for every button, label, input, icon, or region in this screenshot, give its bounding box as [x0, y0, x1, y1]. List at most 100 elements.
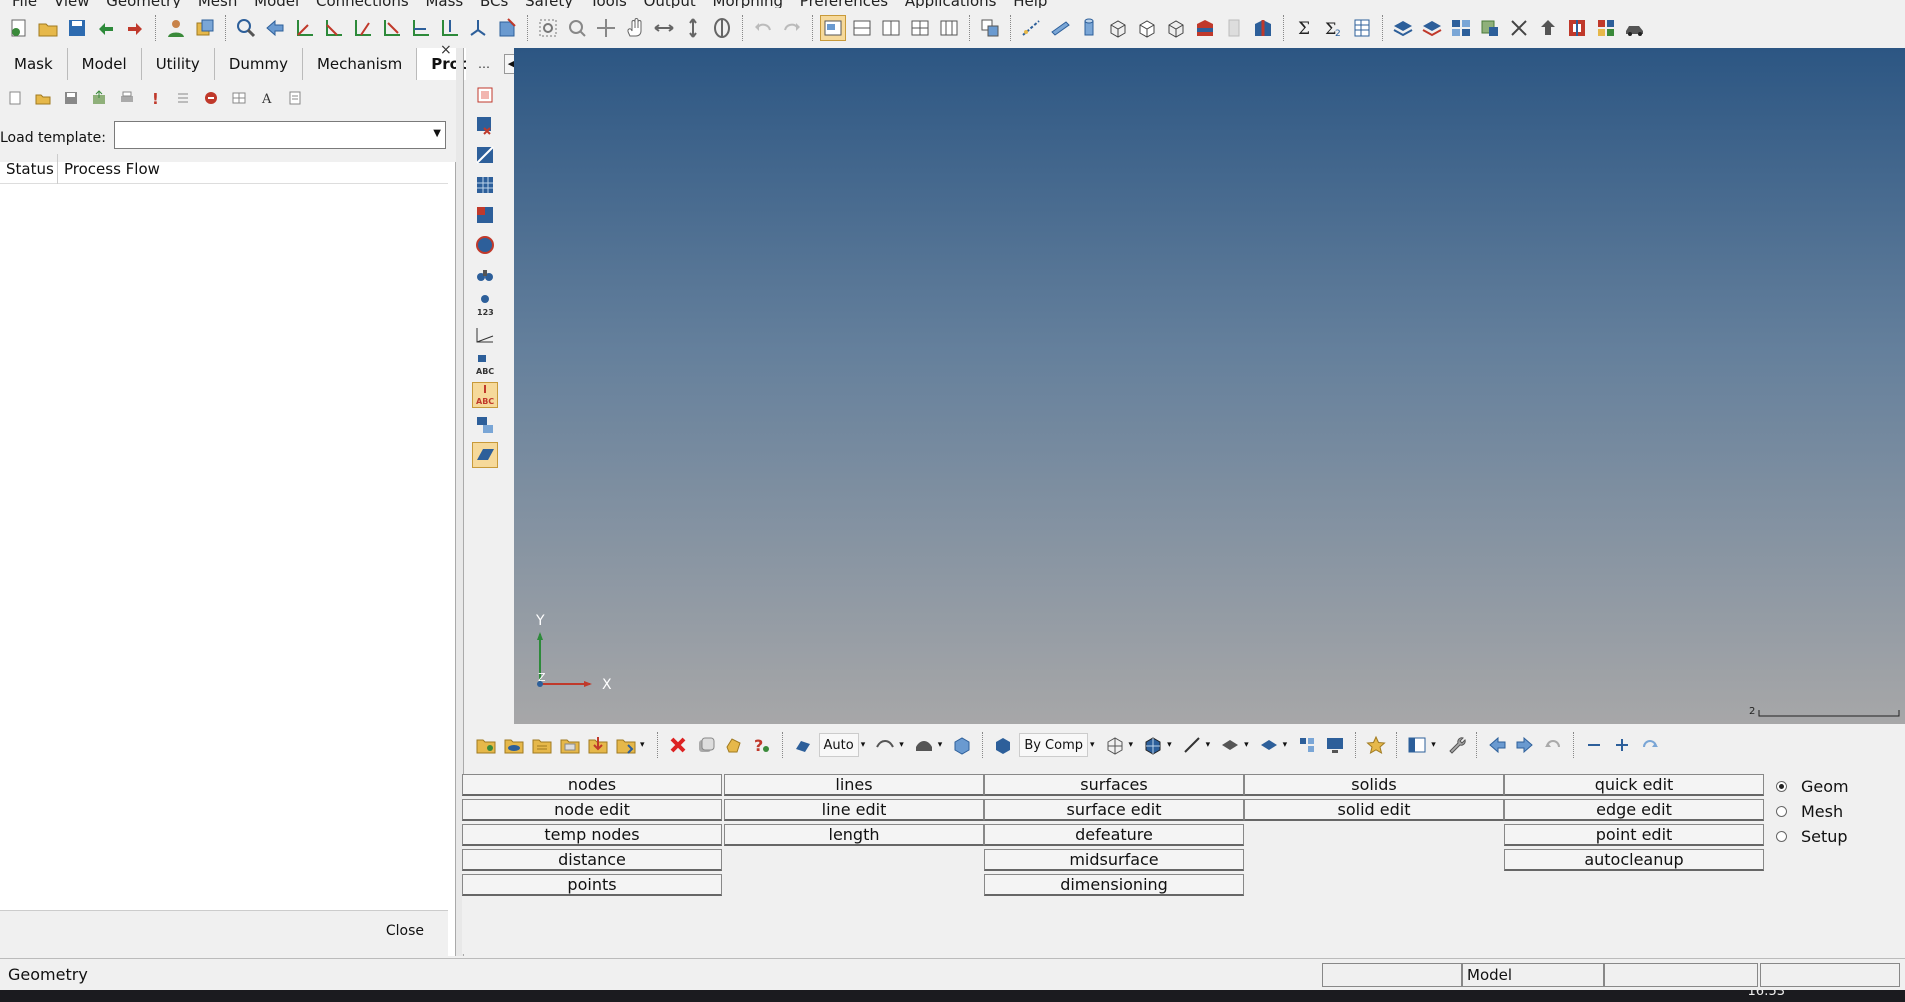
center-icon[interactable]	[593, 15, 619, 41]
plane-blue-icon[interactable]	[1257, 733, 1281, 757]
minus-icon[interactable]	[1582, 733, 1606, 757]
reorganize-icon[interactable]	[1564, 15, 1590, 41]
measure-icon[interactable]	[472, 322, 498, 348]
solids-button[interactable]: solids	[1244, 774, 1504, 796]
import-icon[interactable]	[93, 15, 119, 41]
move-hand-icon[interactable]	[722, 733, 746, 757]
spin-icon[interactable]	[709, 15, 735, 41]
display-reverse-icon[interactable]	[472, 142, 498, 168]
process-flow-column-header[interactable]: Process Flow	[58, 160, 160, 178]
autocleanup-button[interactable]: autocleanup	[1504, 849, 1764, 871]
view-yz-left-icon[interactable]	[349, 15, 375, 41]
synchronize-views-icon[interactable]	[977, 15, 1003, 41]
new-process-icon[interactable]	[4, 87, 26, 109]
delete-icon[interactable]	[666, 733, 690, 757]
mask-icon[interactable]	[694, 733, 718, 757]
tools-scissors-icon[interactable]	[1506, 15, 1532, 41]
length-button[interactable]: length	[724, 824, 984, 846]
solid-display-icon[interactable]	[950, 733, 974, 757]
nodes-button[interactable]: nodes	[462, 774, 722, 796]
organize-icon[interactable]	[1477, 15, 1503, 41]
quick-edit-button[interactable]: quick edit	[1504, 774, 1764, 796]
chevron-down-icon[interactable]: ▼	[433, 128, 441, 139]
temp-nodes-button[interactable]: temp nodes	[462, 824, 722, 846]
binoculars-icon[interactable]	[472, 262, 498, 288]
layers-edit-icon[interactable]	[1419, 15, 1445, 41]
collector-create-icon[interactable]	[474, 733, 498, 757]
plane-shaded-icon[interactable]	[1218, 733, 1242, 757]
redo-arc-icon[interactable]	[1638, 733, 1662, 757]
display-sphere-icon[interactable]	[472, 232, 498, 258]
chevron-down-icon[interactable]: ▾	[1431, 740, 1436, 750]
export-process-icon[interactable]	[88, 87, 110, 109]
chevron-down-icon[interactable]: ▾	[1283, 740, 1288, 750]
collector-organize-icon[interactable]	[614, 733, 638, 757]
display-none-icon[interactable]	[472, 112, 498, 138]
print-process-icon[interactable]	[116, 87, 138, 109]
geom-radio[interactable]: Geom	[1776, 774, 1896, 799]
collector-list-icon[interactable]	[530, 733, 554, 757]
view-yz-right-icon[interactable]	[378, 15, 404, 41]
solid-edit-button[interactable]: solid edit	[1244, 799, 1504, 821]
stop-icon[interactable]	[200, 87, 222, 109]
panel-close-icon[interactable]: ×	[440, 42, 452, 58]
grid-view-icon[interactable]	[1448, 15, 1474, 41]
arrow-right-icon[interactable]	[1513, 733, 1537, 757]
window-layout-icon[interactable]	[1405, 733, 1429, 757]
explode-icon[interactable]	[1295, 733, 1319, 757]
user-profile-icon[interactable]	[163, 15, 189, 41]
arrow-left-icon[interactable]	[1485, 733, 1509, 757]
plane-select-icon[interactable]	[472, 442, 498, 468]
surfaces-button[interactable]: surfaces	[984, 774, 1244, 796]
cube-wire-icon[interactable]	[1105, 15, 1131, 41]
more-dots-icon[interactable]: …	[472, 52, 498, 78]
plus-icon[interactable]	[1610, 733, 1634, 757]
element-shading-icon[interactable]	[1250, 15, 1276, 41]
cleanup-auto-icon[interactable]	[791, 733, 815, 757]
exclamation-icon[interactable]: !	[144, 87, 166, 109]
abc-label-icon[interactable]: ABC	[472, 352, 498, 378]
rotate-vertical-icon[interactable]	[680, 15, 706, 41]
components-icon[interactable]	[192, 15, 218, 41]
color-mode-combo[interactable]: By Comp	[1019, 733, 1089, 757]
cube-shaded-icon[interactable]	[1163, 15, 1189, 41]
display-all-icon[interactable]	[472, 82, 498, 108]
status-column-header[interactable]: Status	[0, 153, 58, 184]
tab-model[interactable]: Model	[67, 48, 142, 80]
chevron-down-icon[interactable]: ▾	[1167, 740, 1172, 750]
rotate-horizontal-icon[interactable]	[651, 15, 677, 41]
previous-view-icon[interactable]	[262, 15, 288, 41]
font-icon[interactable]: A	[256, 87, 278, 109]
fit-icon[interactable]	[535, 15, 561, 41]
color-by-comp-icon[interactable]	[991, 733, 1015, 757]
chevron-down-icon[interactable]: ▾	[899, 740, 904, 750]
shaded-mesh-icon[interactable]	[1141, 733, 1165, 757]
colorful-tool-icon[interactable]	[1593, 15, 1619, 41]
open-process-icon[interactable]	[32, 87, 54, 109]
line-edit-button[interactable]: line edit	[724, 799, 984, 821]
dimensioning-button[interactable]: dimensioning	[984, 874, 1244, 896]
topology-mode-combo[interactable]: Auto	[818, 733, 859, 757]
tab-utility[interactable]: Utility	[141, 48, 215, 80]
midsurface-button[interactable]: midsurface	[984, 849, 1244, 871]
chevron-down-icon[interactable]: ▾	[640, 740, 645, 750]
redo-icon[interactable]	[779, 15, 805, 41]
wireframe-mesh-icon[interactable]	[1103, 733, 1127, 757]
zoom-window-icon[interactable]	[564, 15, 590, 41]
chevron-down-icon[interactable]: ▾	[861, 740, 866, 750]
collector-blue-icon[interactable]	[502, 733, 526, 757]
chevron-down-icon[interactable]: ▾	[938, 740, 943, 750]
step-list-icon[interactable]	[172, 87, 194, 109]
connector-icon[interactable]	[1018, 15, 1044, 41]
line-display-icon[interactable]	[873, 733, 897, 757]
view-iso-icon[interactable]	[465, 15, 491, 41]
mesh-radio[interactable]: Mesh	[1776, 799, 1896, 824]
notes-icon[interactable]	[284, 87, 306, 109]
surface-display-icon[interactable]	[912, 733, 936, 757]
favorite-star-icon[interactable]	[1364, 733, 1388, 757]
points-button[interactable]: points	[462, 874, 722, 896]
surface-edit-button[interactable]: surface edit	[984, 799, 1244, 821]
view-xz-front-icon[interactable]	[407, 15, 433, 41]
monitor-icon[interactable]	[1323, 733, 1347, 757]
view-xy-top-icon[interactable]	[291, 15, 317, 41]
